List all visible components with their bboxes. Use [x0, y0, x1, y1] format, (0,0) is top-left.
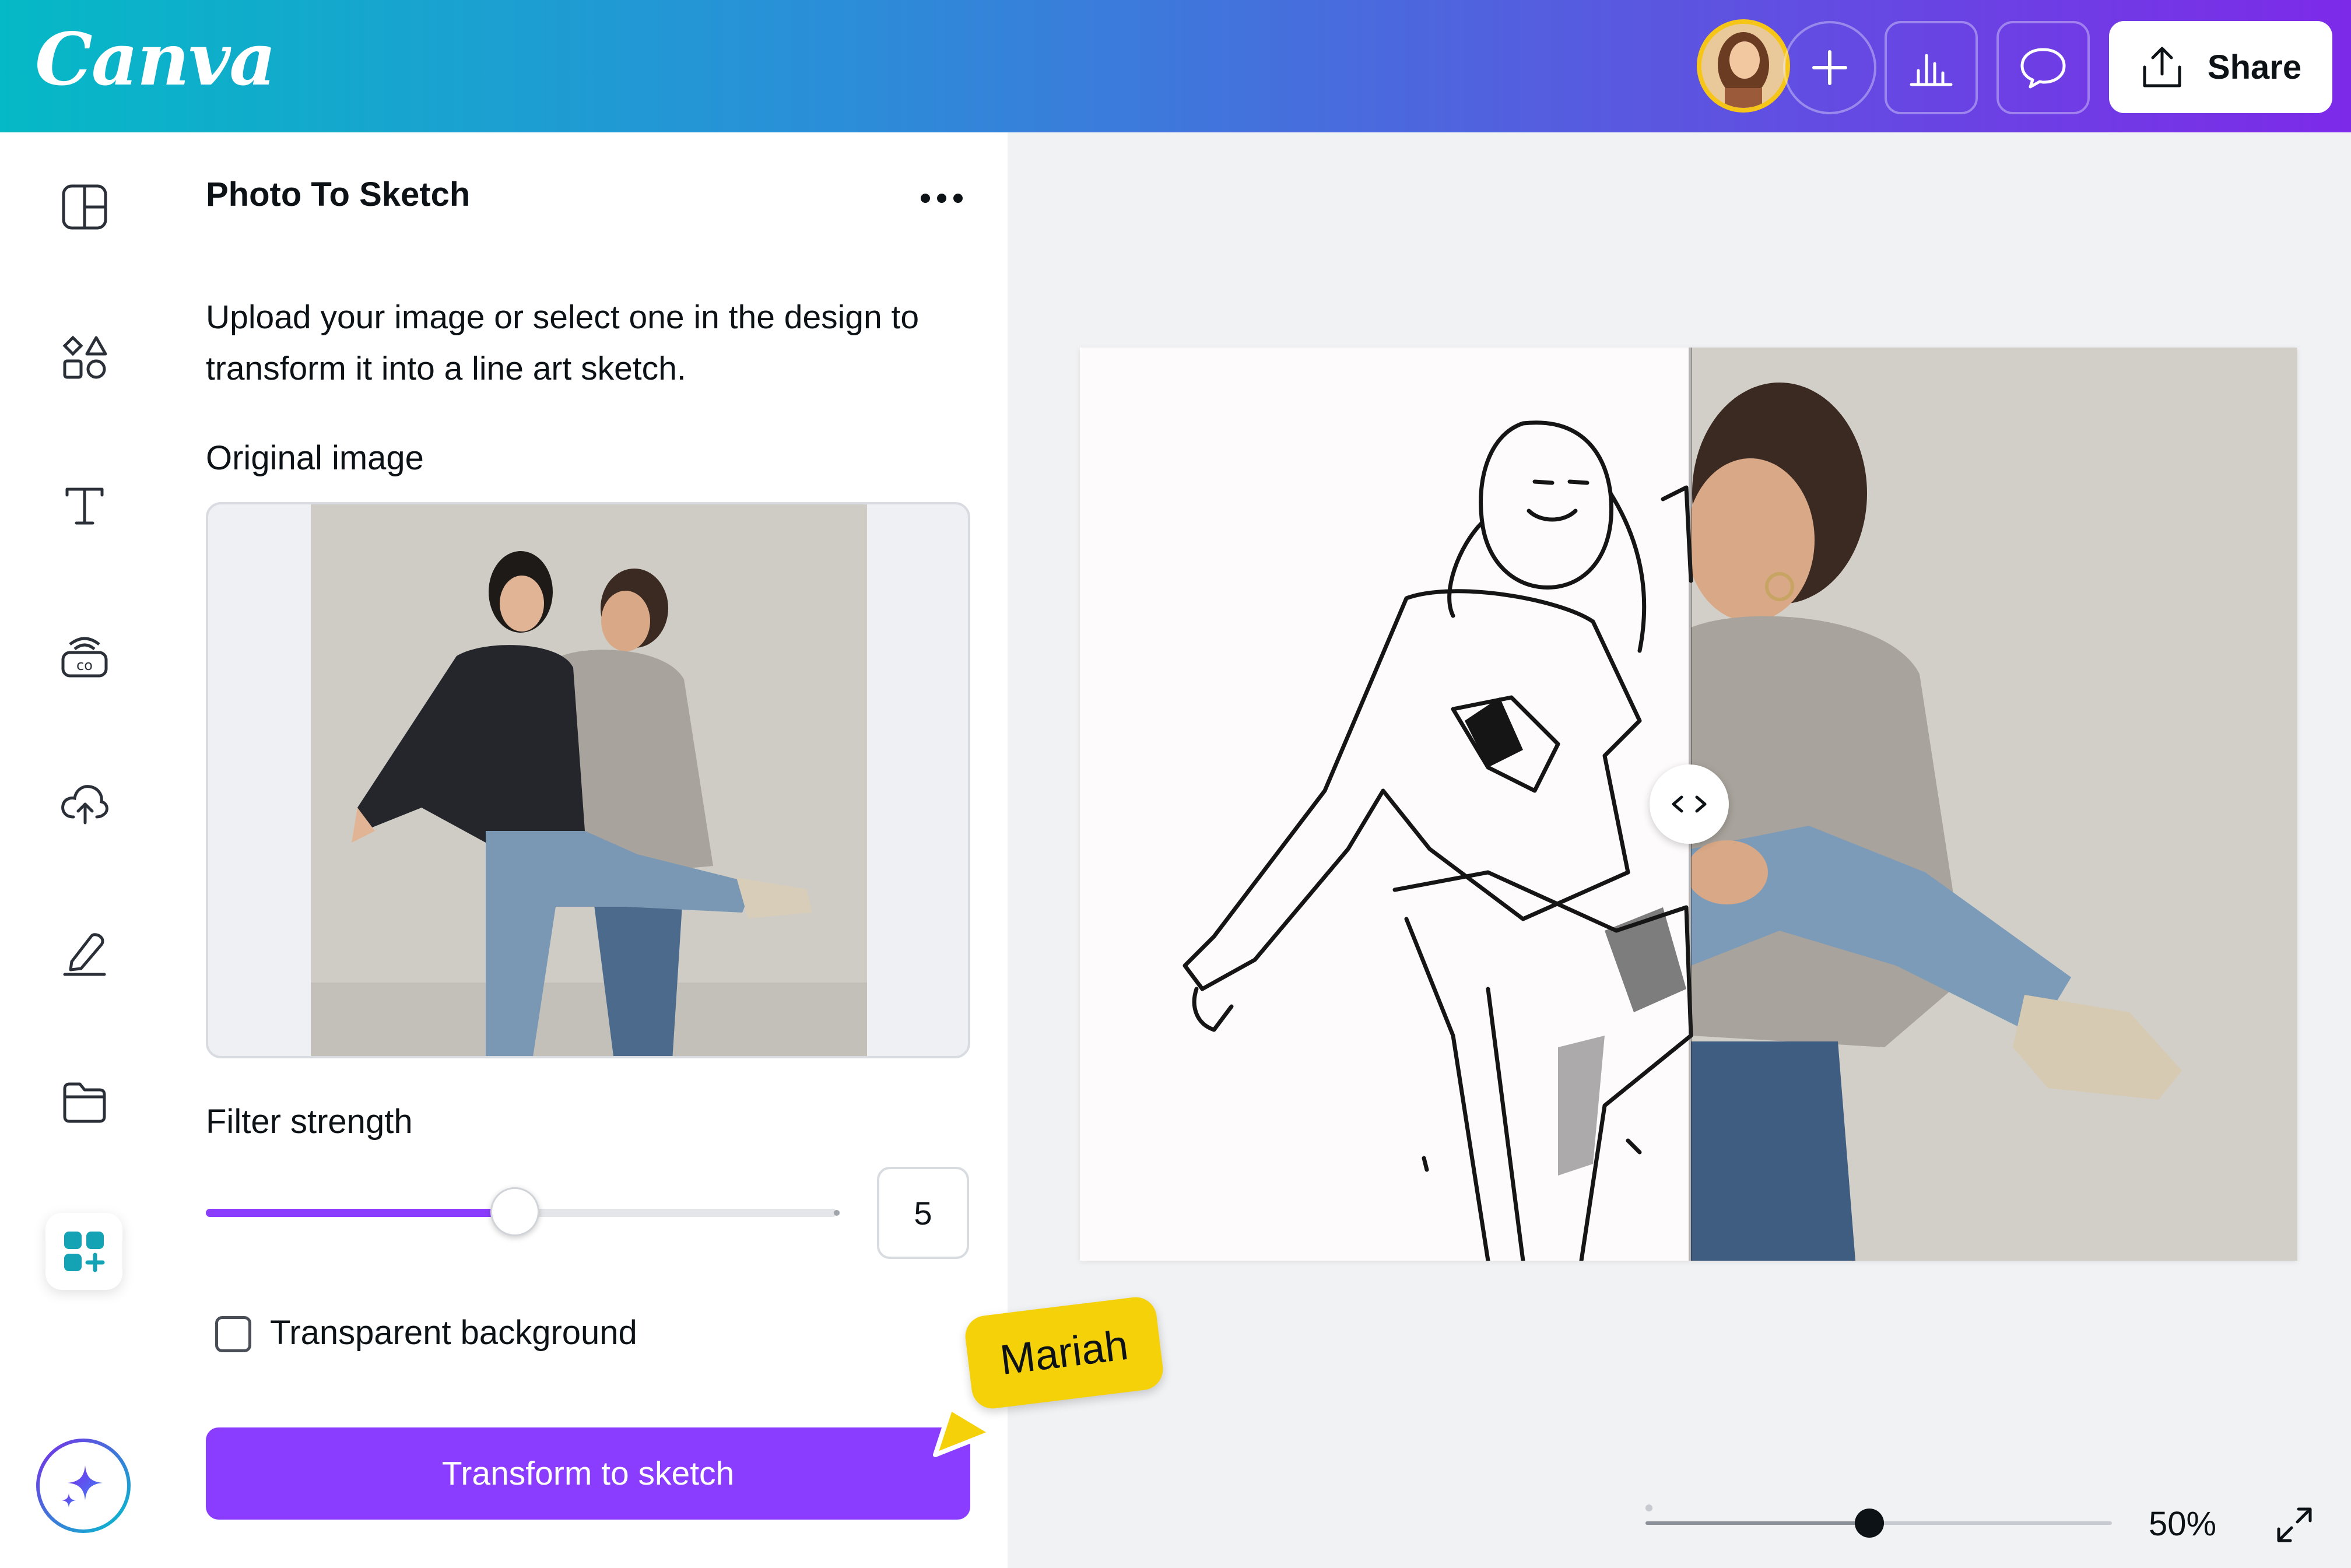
folder-icon [63, 1082, 106, 1123]
expand-icon [2277, 1507, 2312, 1542]
zoom-level[interactable]: 50% [2149, 1504, 2216, 1544]
original-image-preview[interactable] [206, 502, 970, 1058]
elements-icon [62, 335, 107, 379]
transform-to-sketch-button[interactable]: Transform to sketch [206, 1427, 970, 1520]
filter-slider-thumb[interactable] [490, 1187, 540, 1236]
filter-strength-value[interactable]: 5 [877, 1167, 969, 1259]
filter-strength-label: Filter strength [206, 1103, 413, 1141]
uploads-nav[interactable] [52, 771, 117, 835]
svg-text:co: co [76, 657, 93, 673]
bar-chart-icon [1910, 54, 1953, 86]
insights-button[interactable] [1885, 21, 1978, 114]
comments-button[interactable] [1996, 21, 2090, 114]
more-dot-icon [921, 194, 930, 203]
filter-strength-slider[interactable] [206, 1187, 837, 1236]
original-photo [311, 504, 867, 1056]
transparent-background-label[interactable]: Transparent background [270, 1313, 637, 1352]
layout-icon [62, 184, 107, 230]
plus-icon [1812, 50, 1847, 85]
canva-logo[interactable]: Canva [35, 17, 276, 102]
zoom-slider-thumb[interactable] [1855, 1509, 1884, 1538]
comment-icon [2020, 48, 2066, 89]
add-collaborator-button[interactable] [1783, 21, 1876, 114]
sparkle-icon [62, 1465, 103, 1507]
brand-icon: co [61, 637, 108, 678]
user-avatar[interactable] [1697, 19, 1790, 113]
apps-icon [64, 1232, 105, 1272]
more-dot-icon [937, 194, 946, 203]
more-dot-icon [953, 194, 963, 203]
original-image-label: Original image [206, 439, 424, 477]
cloud-upload-icon [61, 785, 108, 825]
share-label: Share [2207, 48, 2302, 86]
share-button[interactable]: Share [2109, 21, 2332, 113]
filter-slider-fill [206, 1209, 515, 1217]
top-bar: Canva Share [0, 0, 2351, 132]
draw-nav[interactable] [52, 920, 117, 984]
zoom-slider[interactable] [1645, 1509, 2112, 1538]
left-right-arrows-icon [1672, 795, 1707, 813]
fullscreen-button[interactable] [2265, 1496, 2324, 1554]
zoom-slider-fill [1645, 1521, 1869, 1525]
apps-nav[interactable] [45, 1213, 122, 1290]
panel-title: Photo To Sketch [206, 176, 471, 213]
brand-nav[interactable]: co [52, 624, 117, 688]
filter-slider-end-dot [834, 1210, 840, 1216]
upload-share-icon [2143, 47, 2181, 87]
draw-icon [63, 933, 106, 976]
projects-nav[interactable] [52, 1071, 117, 1135]
zoom-slider-start-dot [1645, 1504, 1652, 1511]
design-nav[interactable] [52, 175, 117, 239]
compare-slider-handle[interactable] [1650, 764, 1729, 844]
text-nav[interactable] [52, 473, 117, 538]
panel-description: Upload your image or select one in the d… [206, 299, 920, 387]
more-options-button[interactable] [913, 175, 971, 222]
transparent-background-checkbox[interactable] [215, 1316, 251, 1352]
elements-nav[interactable] [52, 325, 117, 390]
magic-button[interactable] [36, 1439, 131, 1533]
text-icon [65, 487, 104, 525]
